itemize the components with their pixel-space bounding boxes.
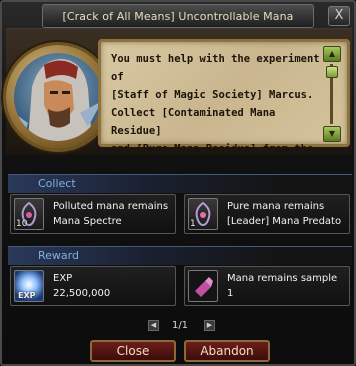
- scroll-up-button[interactable]: ▲: [323, 46, 341, 62]
- scroll-down-button[interactable]: ▼: [323, 126, 341, 142]
- reward-title: Reward: [38, 249, 79, 262]
- reward-amount: 22,500,000: [53, 288, 111, 299]
- quest-title: [Crack of All Means] Uncontrollable Mana: [62, 10, 294, 23]
- quest-header: You must help with the experiment of [St…: [6, 28, 352, 155]
- scroll-thumb[interactable]: [326, 66, 338, 78]
- abandon-button[interactable]: Abandon: [184, 340, 270, 362]
- title-bar[interactable]: [Crack of All Means] Uncontrollable Mana: [42, 4, 314, 28]
- collect-item-2[interactable]: 1 Pure mana remains [Leader] Mana Predat…: [184, 194, 350, 234]
- item-count: 10: [16, 219, 28, 229]
- mana-sample-icon: [188, 270, 218, 302]
- item-count: 1: [190, 219, 196, 229]
- quest-window: [Crack of All Means] Uncontrollable Mana…: [0, 0, 356, 366]
- npc-portrait: [14, 53, 102, 141]
- dialog-scrollbar[interactable]: ▲ ▼: [323, 46, 341, 142]
- reward-name: Mana remains sample: [227, 273, 338, 284]
- exp-icon: EXP: [14, 270, 44, 302]
- npc-portrait-frame: [6, 45, 110, 149]
- close-button[interactable]: Close: [90, 340, 176, 362]
- collect-item-1[interactable]: 10 Polluted mana remains Mana Spectre: [10, 194, 176, 234]
- collect-title: Collect: [38, 177, 76, 190]
- reward-item-sample[interactable]: Mana remains sample 1: [184, 266, 350, 306]
- item-text: Polluted mana remains Mana Spectre: [53, 199, 168, 229]
- item-name: Pure mana remains: [227, 201, 325, 212]
- arrow-left-icon: ◀: [150, 321, 157, 329]
- collect-section-header: Collect: [8, 174, 352, 193]
- chevron-up-icon: ▲: [328, 49, 336, 58]
- item-text: Pure mana remains [Leader] Mana Predato: [227, 199, 341, 229]
- prev-page-button[interactable]: ◀: [148, 320, 159, 331]
- close-icon[interactable]: X: [328, 6, 350, 26]
- item-source: [Leader] Mana Predato: [227, 216, 342, 227]
- npc-portrait-icon: [14, 59, 102, 141]
- arrow-right-icon: ▶: [206, 321, 213, 329]
- item-text: EXP 22,500,000: [53, 271, 110, 301]
- pure-mana-icon: 1: [188, 198, 218, 230]
- page-indicator: 1/1: [171, 320, 189, 331]
- next-page-button[interactable]: ▶: [204, 320, 215, 331]
- polluted-mana-icon: 10: [14, 198, 44, 230]
- chevron-down-icon: ▼: [328, 129, 336, 138]
- exp-icon-label: EXP: [18, 291, 36, 300]
- reward-amount: 1: [227, 288, 234, 299]
- item-name: Polluted mana remains: [53, 201, 169, 212]
- item-text: Mana remains sample 1: [227, 271, 337, 301]
- reward-item-exp[interactable]: EXP EXP 22,500,000: [10, 266, 176, 306]
- item-source: Mana Spectre: [53, 216, 122, 227]
- dialog-text: You must help with the experiment of [St…: [111, 53, 320, 155]
- reward-section-header: Reward: [8, 246, 352, 265]
- reward-name: EXP: [53, 273, 73, 284]
- npc-dialog: You must help with the experiment of [St…: [98, 39, 350, 155]
